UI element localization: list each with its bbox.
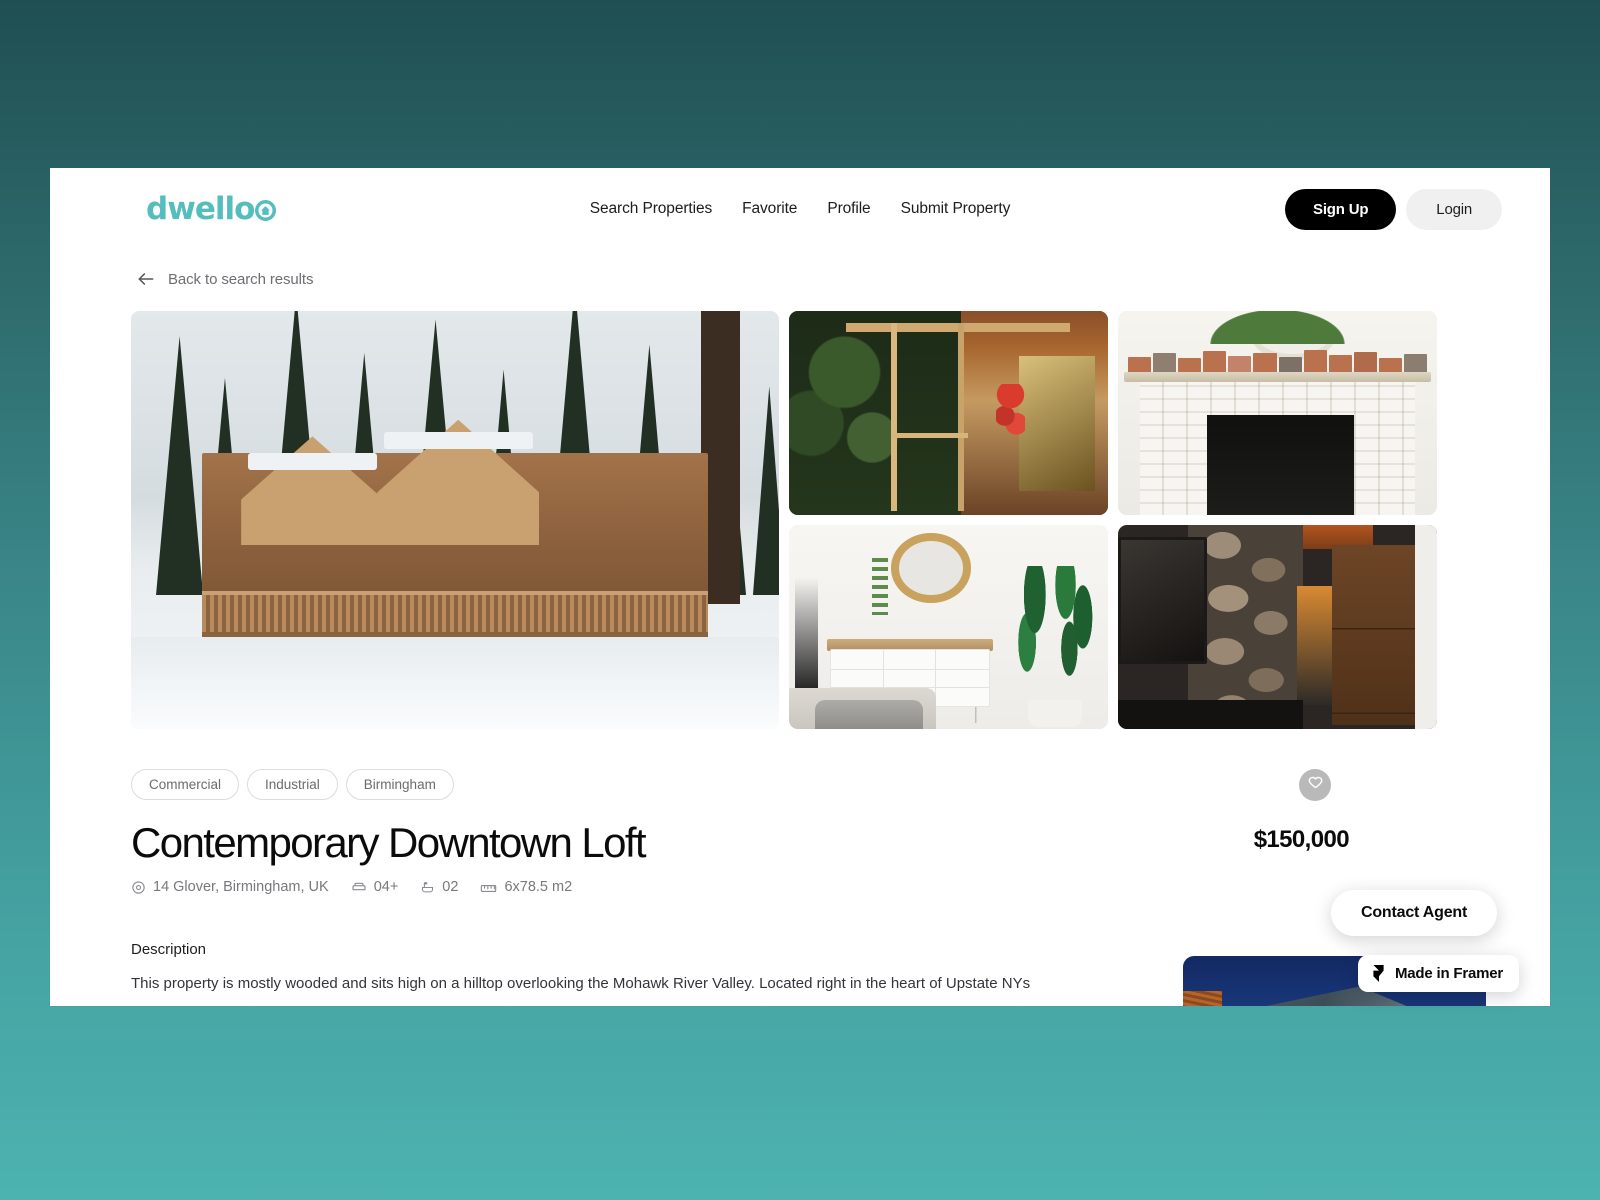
house-in-o-icon (255, 199, 277, 221)
back-to-results-link[interactable]: Back to search results (50, 250, 1550, 296)
property-tag[interactable]: Commercial (131, 769, 240, 800)
nav-profile[interactable]: Profile (827, 200, 870, 218)
main-nav: Search Properties Favorite Profile Submi… (590, 200, 1011, 218)
arrow-left-icon (136, 269, 156, 289)
nav-submit-property[interactable]: Submit Property (901, 200, 1011, 218)
bath-icon (420, 880, 435, 895)
login-button[interactable]: Login (1406, 188, 1502, 230)
made-in-framer-badge[interactable]: Made in Framer (1358, 955, 1520, 992)
framer-logo-icon (1371, 965, 1386, 982)
back-to-results-label: Back to search results (168, 270, 314, 288)
meta-location: 14 Glover, Birmingham, UK (131, 879, 329, 895)
bed-icon (351, 879, 367, 895)
favorite-button[interactable] (1299, 769, 1331, 801)
meta-bedrooms-value: 04+ (373, 879, 399, 896)
property-meta: 14 Glover, Birmingham, UK 04+ 02 6x78.5 … (131, 879, 1094, 895)
auth-actions: Sign Up Login (1285, 188, 1502, 230)
property-tags: Commercial Industrial Birmingham (131, 769, 1094, 800)
property-title: Contemporary Downtown Loft (131, 819, 647, 866)
property-tag[interactable]: Birmingham (345, 769, 454, 800)
property-gallery (50, 296, 1550, 729)
gallery-main-image[interactable] (131, 311, 779, 729)
description-body: This property is mostly wooded and sits … (131, 975, 1031, 993)
sign-up-button[interactable]: Sign Up (1285, 188, 1397, 230)
brand-logo[interactable]: dwello (146, 191, 277, 227)
property-price: $150,000 (1253, 826, 1350, 853)
gallery-thumb-1[interactable] (789, 311, 1108, 515)
meta-bathrooms: 02 (420, 879, 458, 895)
meta-bathrooms-value: 02 (442, 879, 459, 896)
nav-search-properties[interactable]: Search Properties (590, 200, 712, 218)
gallery-thumb-2[interactable] (1118, 311, 1437, 515)
heart-icon (1307, 775, 1324, 795)
gallery-thumbnails (789, 311, 1437, 729)
gallery-thumb-4[interactable] (1118, 525, 1437, 729)
brand-logo-text: dwello (146, 191, 255, 227)
details-left-column: Commercial Industrial Birmingham Contemp… (131, 769, 1094, 996)
description-heading: Description (131, 941, 207, 959)
property-tag[interactable]: Industrial (247, 769, 338, 800)
gallery-thumb-3[interactable] (789, 525, 1108, 729)
area-ruler-icon (480, 880, 497, 895)
meta-bedrooms: 04+ (351, 879, 399, 896)
contact-agent-button[interactable]: Contact Agent (1331, 890, 1498, 936)
nav-favorite[interactable]: Favorite (742, 200, 797, 218)
site-header: dwello Search Properties Favorite Profil… (50, 168, 1550, 250)
meta-location-value: 14 Glover, Birmingham, UK (153, 879, 329, 896)
meta-area-value: 6x78.5 m2 (504, 879, 573, 896)
location-pin-icon (131, 880, 146, 895)
meta-area: 6x78.5 m2 (480, 879, 572, 895)
made-in-framer-label: Made in Framer (1395, 965, 1504, 982)
site-frame: dwello Search Properties Favorite Profil… (50, 168, 1550, 1006)
